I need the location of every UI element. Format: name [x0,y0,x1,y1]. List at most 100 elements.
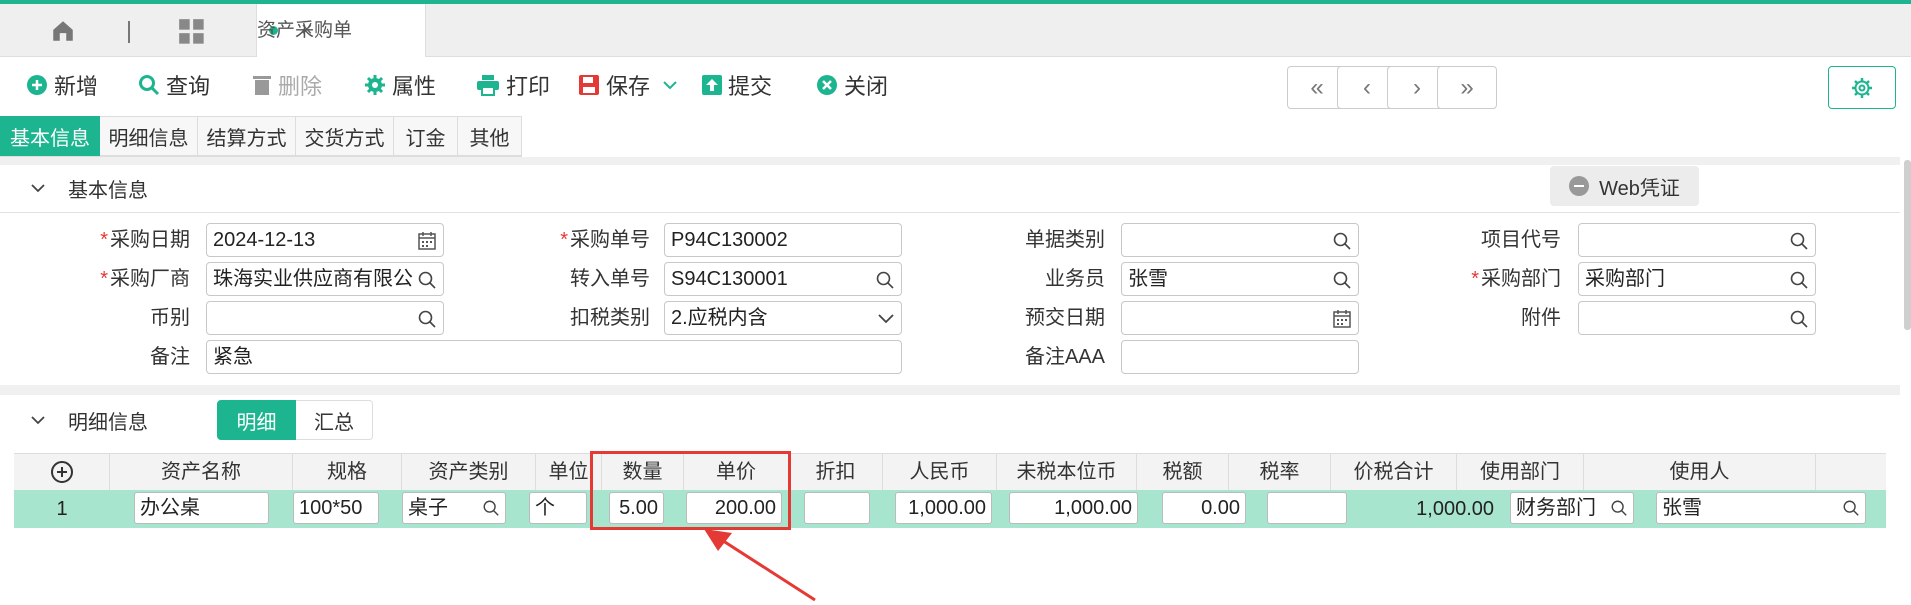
col-untaxed[interactable]: 未税本位币 [997,454,1137,491]
untaxed-cell[interactable]: 1,000.00 [1009,492,1138,524]
salesman-field[interactable]: 张雪 [1121,262,1359,296]
save-label: 保存 [606,74,651,99]
user-cell[interactable]: 张雪 [1656,492,1866,524]
tab-delivery[interactable]: 交货方式 [296,116,394,156]
calendar-icon[interactable] [417,231,437,251]
chevron-down-icon[interactable] [877,309,895,327]
search-icon[interactable] [417,309,437,329]
search-icon[interactable] [1332,270,1352,290]
add-label: 新增 [54,74,99,99]
tab-separator [128,21,130,43]
calendar-icon[interactable] [1332,309,1352,329]
purchase-no-field[interactable]: P94C130002 [664,223,902,257]
project-code-field[interactable] [1578,223,1816,257]
search-icon[interactable] [1610,499,1628,517]
printer-icon [477,75,499,96]
search-icon[interactable] [1789,270,1809,290]
collapse-chevron-icon[interactable] [30,180,46,196]
tab-settlement[interactable]: 结算方式 [198,116,296,156]
form-divider [0,212,1900,213]
section-divider [0,385,1900,395]
col-total[interactable]: 价税合计 [1331,454,1457,491]
vertical-scrollbar[interactable] [1904,160,1911,330]
dept-field[interactable]: 采购部门 [1578,262,1816,296]
remark-aaa-field[interactable] [1121,340,1359,374]
submit-button[interactable]: 提交 [702,69,772,101]
tax-rate-cell[interactable] [1267,492,1347,524]
detail-summary-toggle: 明细 汇总 [217,400,373,440]
apps-grid-icon[interactable] [178,18,206,46]
col-asset-name[interactable]: 资产名称 [110,454,293,491]
add-row-header[interactable] [14,454,110,491]
remark-label: 备注 [150,346,190,368]
delivery-date-field[interactable] [1121,301,1359,335]
summary-toggle-button[interactable]: 汇总 [296,400,373,440]
spec-cell[interactable]: 100*50 [293,492,379,524]
purchase-date-label: * 采购日期 [100,229,190,251]
table-row[interactable]: 1 办公桌 100*50 桌子 个 5.00 200.00 1,000.00 1… [14,490,1886,528]
rmb-cell[interactable]: 1,000.00 [895,492,992,524]
total-value: 1,000.00 [1416,498,1494,520]
save-button[interactable]: 保存 [578,69,684,101]
col-tax-rate[interactable]: 税率 [1229,454,1331,491]
attachment-field[interactable] [1578,301,1816,335]
search-icon[interactable] [417,270,437,290]
web-voucher-label: Web凭证 [1599,177,1680,200]
highlight-box [590,451,791,530]
tax-cell[interactable]: 0.00 [1162,492,1246,524]
home-icon[interactable] [50,18,76,44]
col-asset-category[interactable]: 资产类别 [402,454,536,491]
vendor-field[interactable]: 珠海实业供应商有限公 [206,262,444,296]
discount-cell[interactable] [804,492,870,524]
dept-label: * 采购部门 [1471,268,1561,290]
remark-field[interactable]: 紧急 [206,340,902,374]
delete-button[interactable]: 删除 [252,69,322,101]
search-icon[interactable] [1332,231,1352,251]
delivery-date-label: 预交日期 [1025,307,1105,329]
doc-type-label: 单据类别 [1025,229,1105,251]
asset-name-cell[interactable]: 办公桌 [134,492,269,524]
tab-asset-purchase[interactable]: 资产采购单 × [256,4,426,57]
add-button[interactable]: 新增 [26,69,98,101]
tax-type-label: 扣税类别 [570,307,650,329]
purchase-date-field[interactable]: 2024-12-13 [206,223,444,257]
close-button[interactable]: 关闭 [816,69,888,101]
col-use-dept[interactable]: 使用部门 [1457,454,1584,491]
tax-type-select[interactable]: 2.应税内含 [664,301,902,335]
tab-deposit[interactable]: 订金 [394,116,458,156]
add-row-icon[interactable] [50,460,74,484]
chevron-down-icon[interactable] [662,77,678,93]
search-icon[interactable] [875,270,895,290]
detail-toggle-button[interactable]: 明细 [217,400,296,440]
col-spec[interactable]: 规格 [293,454,402,491]
transfer-no-field[interactable]: S94C130001 [664,262,902,296]
print-button[interactable]: 打印 [476,69,550,101]
tab-detail-info[interactable]: 明细信息 [100,116,198,156]
web-voucher-button[interactable]: Web凭证 [1550,166,1699,206]
currency-label: 币别 [150,307,190,329]
required-mark: * [1471,268,1479,290]
settings-button[interactable] [1828,66,1896,109]
col-tax[interactable]: 税额 [1137,454,1229,491]
query-label: 查询 [166,74,211,99]
col-user[interactable]: 使用人 [1584,454,1816,491]
category-cell[interactable]: 桌子 [402,492,506,524]
unit-cell[interactable]: 个 [529,492,587,524]
detail-info-header[interactable]: 明细信息 [0,398,200,442]
query-button[interactable]: 查询 [138,69,210,101]
col-discount[interactable]: 折扣 [789,454,883,491]
use-dept-cell[interactable]: 财务部门 [1510,492,1634,524]
doc-type-field[interactable] [1121,223,1359,257]
last-record-button[interactable]: » [1437,66,1497,109]
properties-button[interactable]: 属性 [364,69,436,101]
search-icon[interactable] [1789,231,1809,251]
currency-field[interactable] [206,301,444,335]
search-icon[interactable] [1842,499,1860,517]
collapse-chevron-icon[interactable] [30,412,46,428]
tab-other[interactable]: 其他 [458,116,522,156]
search-icon[interactable] [482,499,500,517]
search-icon[interactable] [1789,309,1809,329]
col-rmb[interactable]: 人民币 [883,454,997,491]
tab-basic-info[interactable]: 基本信息 [0,116,100,156]
toolbar: 新增 查询 删除 属性 打印 保存 提交 关闭 « ‹ › » [0,57,1911,115]
